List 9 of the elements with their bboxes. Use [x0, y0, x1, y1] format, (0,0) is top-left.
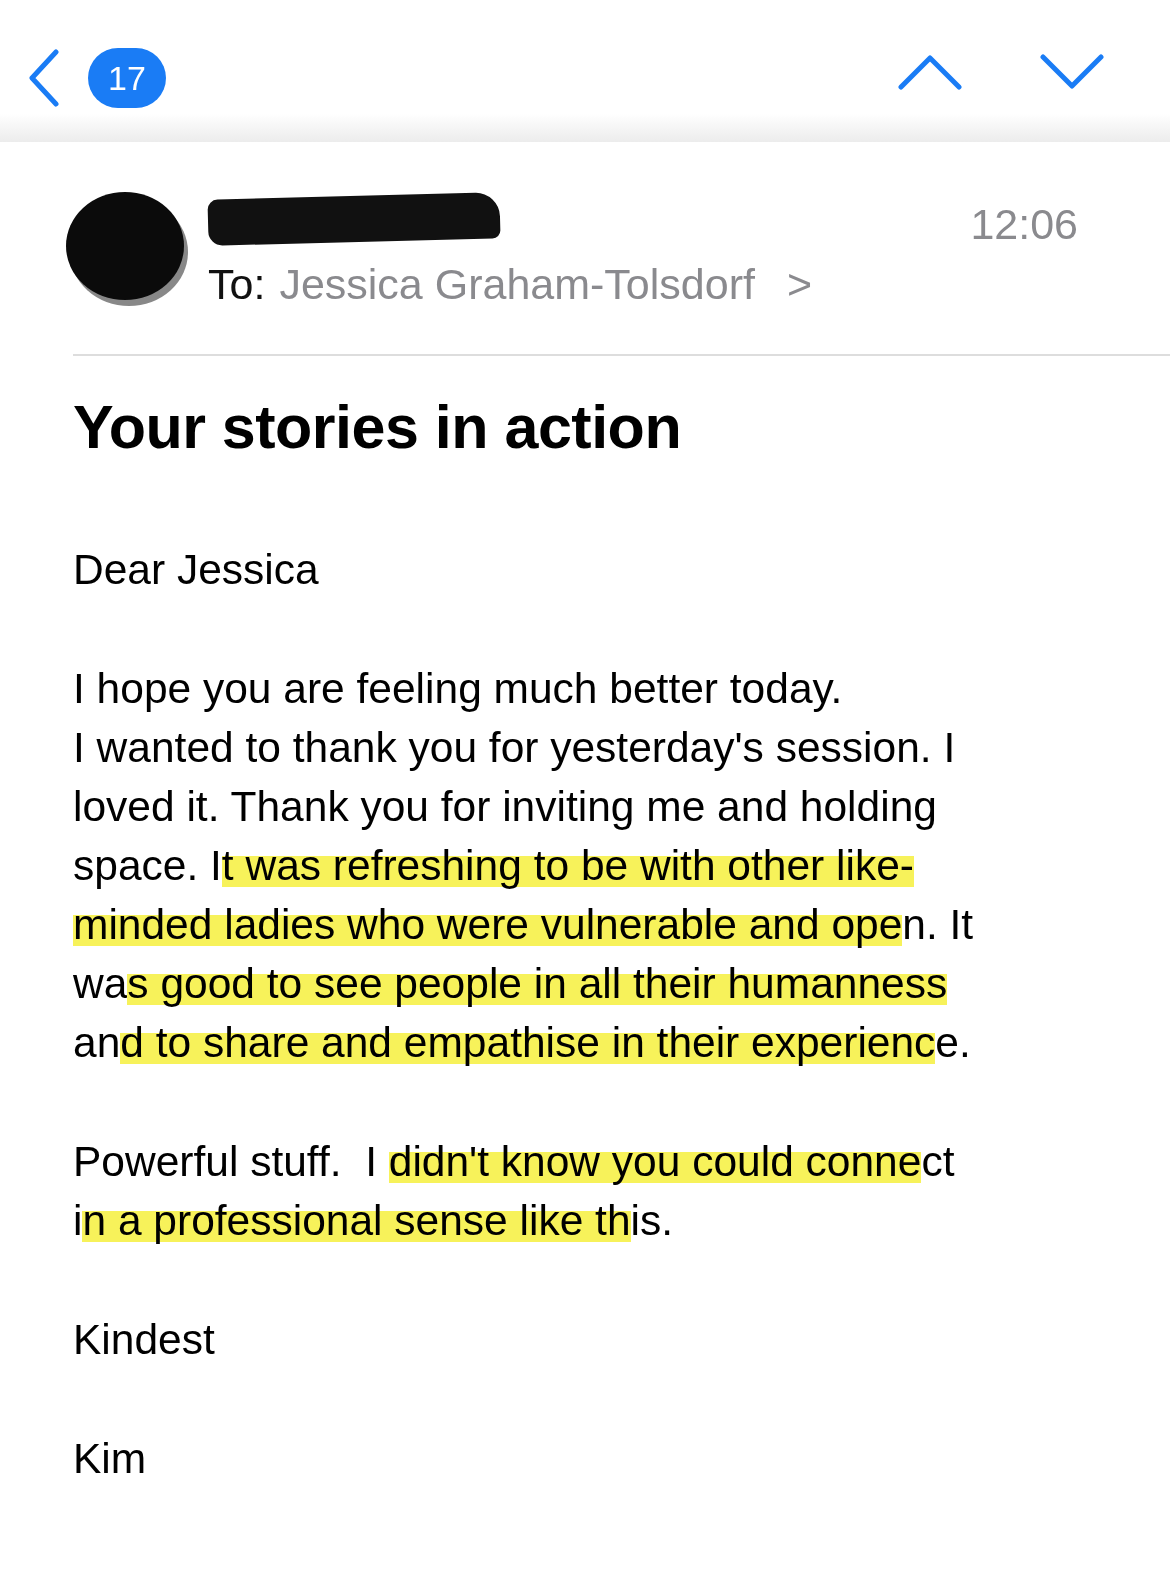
to-label: To: — [208, 260, 266, 309]
chevron-icon[interactable]: > — [786, 260, 813, 309]
message-time: 12:06 — [970, 200, 1078, 250]
previous-message-icon[interactable] — [898, 54, 962, 90]
next-message-icon[interactable] — [1040, 54, 1104, 90]
recipient-name[interactable]: Jessica Graham-Tolsdorf — [279, 260, 755, 309]
back-icon[interactable] — [28, 49, 60, 107]
unread-count-badge: 17 — [88, 48, 166, 108]
email-subject: Your stories in action — [73, 392, 683, 462]
